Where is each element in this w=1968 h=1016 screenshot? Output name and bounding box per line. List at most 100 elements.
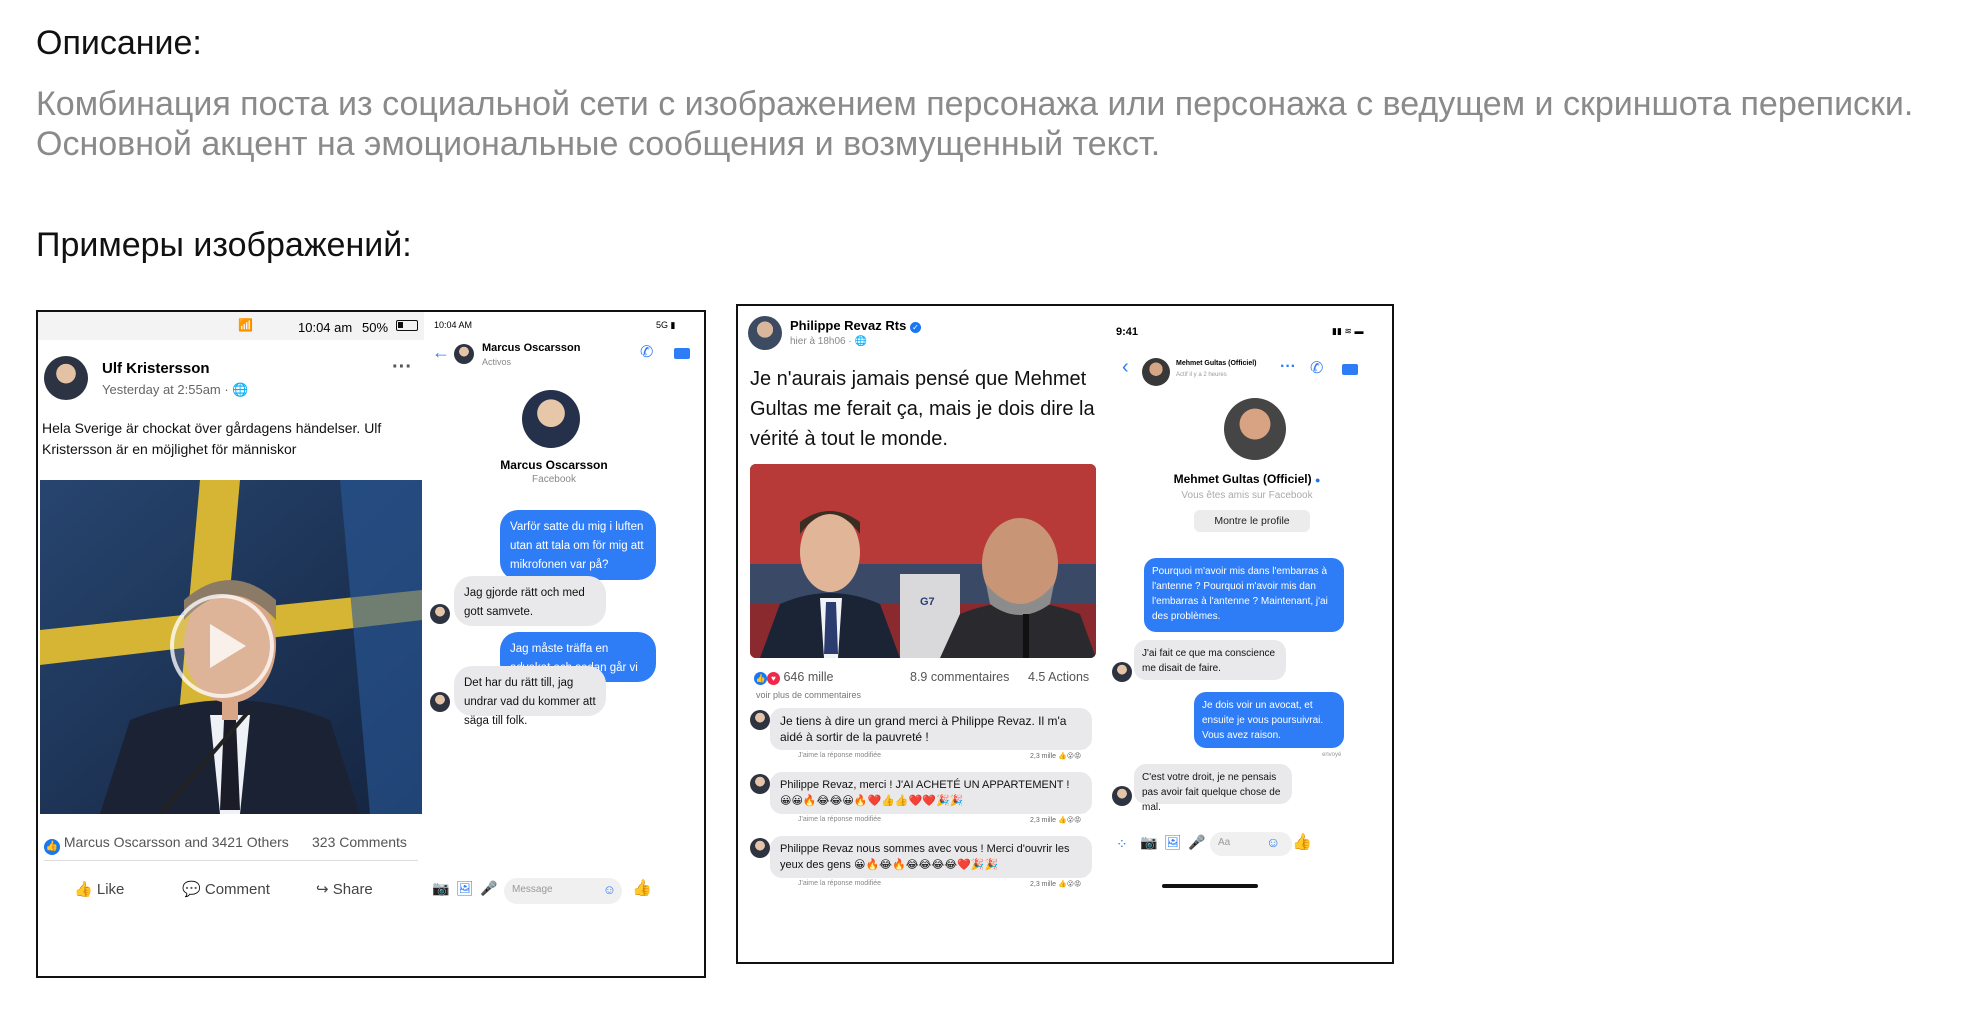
post-text: Hela Sverige är chockat över gårdagens h…: [42, 420, 382, 457]
facebook-post: 📶 10:04 am 50% Ulf Kristersson Yesterday…: [38, 312, 424, 976]
phone-icon[interactable]: ✆: [640, 342, 653, 362]
reaction-icons: 👍😮😡: [1058, 817, 1082, 824]
seen-label: envoyé: [1322, 752, 1342, 758]
microphone-icon[interactable]: 🎤: [1188, 834, 1205, 851]
more-options-icon[interactable]: ···: [392, 356, 412, 379]
camera-icon[interactable]: 📷: [432, 880, 449, 897]
like-button[interactable]: 👍 Like: [74, 880, 124, 898]
post-timestamp: Yesterday at 2:55am · 🌐: [102, 382, 249, 397]
post-timestamp: hier à 18h06 · 🌐: [790, 336, 867, 347]
back-arrow-icon[interactable]: ‹: [1122, 356, 1129, 379]
status-time: 10:04 am: [298, 320, 353, 335]
signal-battery-icon: ▮▮ ≋ ▬: [1332, 326, 1364, 336]
comment: Philippe Revaz, merci ! J'AI ACHETÉ UN A…: [770, 772, 1092, 814]
reactions-text: Marcus Oscarsson and 3421 Others: [63, 834, 289, 850]
thumbs-up-send-icon[interactable]: 👍: [632, 878, 652, 898]
phone-icon[interactable]: ✆: [1310, 358, 1323, 378]
thumbs-up-icon: 👍: [74, 881, 93, 898]
reactions-row[interactable]: 👍 Marcus Oscarsson and 3421 Others: [44, 834, 289, 855]
contact-name[interactable]: Mehmet Gultas (Officiel): [1176, 360, 1257, 367]
comment-meta[interactable]: J'aime la réponse modifiée: [798, 816, 881, 823]
share-button[interactable]: ↪ Share: [316, 880, 373, 898]
comment-like-count: 2,3 mille 👍😮😡: [1030, 753, 1082, 760]
battery-icon: [396, 320, 418, 331]
composer-toolbar: 📷 🖼 🎤 Message ☺ 👍: [424, 872, 700, 912]
video-call-icon[interactable]: [674, 348, 690, 359]
profile-avatar[interactable]: [1224, 398, 1286, 460]
thumbs-up-send-icon[interactable]: 👍: [1292, 832, 1312, 852]
composer-toolbar: ⁘ 📷 🖼 🎤 Aa ☺ 👍: [1102, 826, 1392, 866]
message-avatar: [1112, 786, 1132, 806]
back-arrow-icon[interactable]: ←: [432, 342, 450, 363]
post-author[interactable]: Philippe Revaz Rts ✓: [790, 318, 921, 333]
reactions-row[interactable]: 👍 ♥ 646 mille: [754, 670, 834, 685]
message-received: J'ai fait ce que ma conscience me disait…: [1134, 640, 1286, 680]
emoji-icon[interactable]: ☺: [1266, 834, 1280, 850]
more-comments-link[interactable]: voir plus de commentaires: [756, 690, 861, 700]
verified-icon: ●: [1314, 475, 1321, 485]
contact-name[interactable]: Marcus Oscarsson: [482, 342, 580, 354]
home-indicator: [1162, 884, 1258, 888]
microphone-icon[interactable]: 🎤: [480, 880, 497, 897]
comments-count[interactable]: 323 Comments: [312, 834, 407, 850]
comments-count[interactable]: 8.9 commentaires: [910, 670, 1009, 684]
description-heading: Описание:: [36, 24, 202, 62]
contact-status: Actif il y a 2 heures: [1176, 372, 1227, 378]
like-reaction-icon: 👍: [754, 672, 767, 685]
post-author[interactable]: Ulf Kristersson: [102, 360, 210, 377]
contact-status: Activos: [482, 357, 512, 367]
message-received: C'est votre droit, je ne pensais pas avo…: [1134, 764, 1292, 813]
examples-heading: Примеры изображений:: [36, 226, 412, 264]
message-received: Jag gjorde rätt och med gott samvete.: [454, 576, 606, 626]
message-avatar: [430, 692, 450, 712]
comment-like-count: 2,3 mille 👍😮😡: [1030, 817, 1082, 824]
gallery-icon[interactable]: 🖼: [1164, 834, 1182, 851]
profile-name: Marcus Oscarsson: [500, 458, 608, 472]
post-image[interactable]: G7: [750, 464, 1096, 658]
globe-icon: 🌐: [232, 382, 249, 397]
comment-meta[interactable]: J'aime la réponse modifiée: [798, 752, 881, 759]
message-avatar: [1112, 662, 1132, 682]
divider: [44, 860, 418, 861]
messenger-status-time: 9:41: [1116, 326, 1139, 338]
view-profile-button[interactable]: Montre le profile: [1194, 510, 1310, 532]
comment-meta[interactable]: J'aime la réponse modifiée: [798, 880, 881, 887]
reaction-icons: 👍😮😡: [1058, 881, 1082, 888]
message-sent: Varför satte du mig i luften utan att ta…: [500, 510, 656, 580]
emoji-icon[interactable]: ☺: [603, 882, 616, 897]
play-icon[interactable]: [170, 594, 274, 698]
comment-avatar: [750, 838, 770, 858]
comment-button[interactable]: 💬 Comment: [182, 880, 270, 898]
post-video[interactable]: [40, 480, 422, 814]
example-image-2: Philippe Revaz Rts ✓ hier à 18h06 · 🌐 Je…: [736, 304, 1394, 964]
author-avatar[interactable]: [748, 316, 782, 350]
example-image-1: 📶 10:04 am 50% Ulf Kristersson Yesterday…: [36, 310, 706, 978]
profile-sub: Facebook: [532, 474, 576, 485]
comment-like-count: 2,3 mille 👍😮😡: [1030, 881, 1082, 888]
share-icon: ↪: [316, 881, 329, 898]
apps-icon[interactable]: ⁘: [1116, 836, 1128, 853]
comment-avatar: [750, 710, 770, 730]
message-received: Det har du rätt till, jag undrar vad du …: [454, 666, 606, 727]
description-text: Комбинация поста из социальной сети с из…: [36, 85, 1914, 163]
post-text: Je n'aurais jamais pensé que Mehmet Gult…: [750, 368, 1095, 450]
heart-reaction-icon: ♥: [767, 672, 780, 685]
video-call-icon[interactable]: [1342, 364, 1358, 375]
status-bar: 📶 10:04 am 50%: [38, 312, 424, 340]
profile-avatar[interactable]: [522, 390, 580, 448]
contact-avatar[interactable]: [454, 344, 474, 364]
author-avatar[interactable]: [44, 356, 88, 400]
message-input[interactable]: Message ☺: [504, 878, 622, 904]
comment-icon: 💬: [182, 881, 201, 898]
wifi-icon: 📶: [238, 318, 253, 332]
comment-avatar: [750, 774, 770, 794]
messenger-status-time: 10:04 AM: [434, 320, 473, 330]
actions-count[interactable]: 4.5 Actions: [1028, 670, 1089, 684]
contact-avatar[interactable]: [1142, 358, 1170, 386]
messenger-chat: 10:04 AM 5G ▮ ← Marcus Oscarsson Activos…: [424, 312, 704, 976]
more-options-icon[interactable]: ···: [1280, 358, 1296, 376]
message-sent: Pourquoi m'avoir mis dans l'embarras à l…: [1144, 558, 1344, 632]
camera-icon[interactable]: 📷: [1140, 834, 1157, 851]
gallery-icon[interactable]: 🖼: [456, 880, 474, 897]
like-reaction-icon: 👍: [44, 839, 60, 855]
